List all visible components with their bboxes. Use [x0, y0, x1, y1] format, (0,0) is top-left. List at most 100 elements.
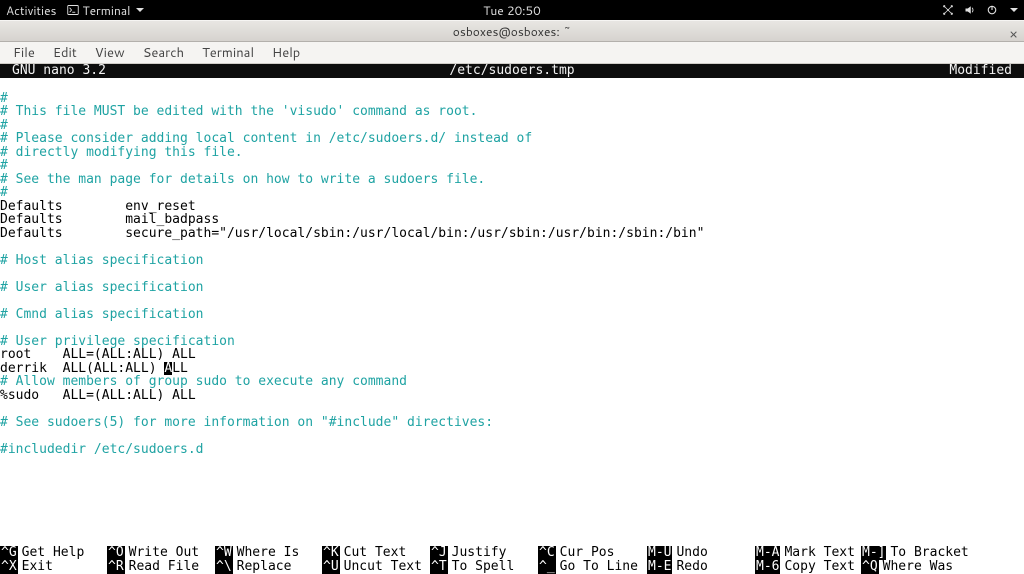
chevron-down-icon [136, 8, 144, 12]
nano-shortcut: ^\Replace [215, 560, 291, 574]
editor-line: # [0, 186, 1024, 200]
editor-line-cursor: derrik ALL(ALL:ALL) ALL [0, 362, 1024, 376]
window-close-button[interactable]: × [1009, 24, 1018, 44]
nano-shortcut-label: Where Was [879, 560, 953, 574]
nano-shortcut-label: Write Out [125, 546, 199, 560]
editor-line: Defaults env_reset [0, 200, 1024, 214]
nano-shortcut: ^CCur Pos [538, 546, 614, 560]
nano-shortcut-bar: ^GGet Help ^OWrite Out ^WWhere Is ^KCut Tex… [0, 546, 1024, 574]
nano-shortcut: ^TTo Spell [430, 560, 514, 574]
power-icon[interactable] [986, 4, 998, 16]
menu-search[interactable]: Search [134, 42, 193, 64]
nano-shortcut-key: ^K [322, 546, 340, 560]
nano-shortcut-key: ^G [0, 546, 18, 560]
editor-line: # See the man page for details on how to… [0, 173, 1024, 187]
editor-line: # See sudoers(5) for more information on… [0, 416, 1024, 430]
editor-line: # Host alias specification [0, 254, 1024, 268]
nano-shortcut: M-AMark Text [755, 546, 855, 560]
editor-line: # Please consider adding local content i… [0, 132, 1024, 146]
nano-shortcut-key: ^O [107, 546, 125, 560]
nano-shortcut-key: M-A [755, 546, 780, 560]
nano-shortcut-label: Read File [125, 560, 199, 574]
nano-shortcut-label: Mark Text [780, 546, 854, 560]
clock[interactable]: Tue 20:50 [483, 2, 541, 19]
nano-shortcut-key: M-E [647, 560, 672, 574]
nano-shortcut: ^UUncut Text [322, 560, 422, 574]
nano-shortcut-label: Go To Line [556, 560, 638, 574]
nano-shortcut-label: Cut Text [340, 546, 407, 560]
nano-titlebar: GNU nano 3.2 /etc/sudoers.tmp Modified [0, 64, 1024, 78]
nano-shortcut: ^JJustify [430, 546, 506, 560]
nano-shortcut-key: ^W [215, 546, 233, 560]
nano-file-name: /etc/sudoers.tmp [449, 64, 574, 78]
nano-shortcut-label: Exit [18, 560, 53, 574]
editor-line [0, 78, 1024, 92]
nano-shortcut: M-UUndo [647, 546, 708, 560]
nano-shortcut: ^KCut Text [322, 546, 406, 560]
nano-shortcut: ^WWhere Is [215, 546, 299, 560]
nano-shortcut-key: ^X [0, 560, 18, 574]
window-titlebar[interactable]: osboxes@osboxes: ~ × [0, 20, 1024, 42]
activities-button[interactable]: Activities [6, 2, 57, 19]
menu-help[interactable]: Help [263, 42, 309, 64]
topbar-app-name: Terminal [83, 2, 131, 19]
nano-shortcut-key: ^_ [538, 560, 556, 574]
menu-edit[interactable]: Edit [44, 42, 86, 64]
nano-shortcut-label: To Spell [448, 560, 515, 574]
nano-shortcut-label: Redo [672, 560, 707, 574]
nano-shortcut: M-6Copy Text [755, 560, 855, 574]
editor-line: #includedir /etc/sudoers.d [0, 443, 1024, 457]
editor-line: # This file MUST be edited with the 'vis… [0, 105, 1024, 119]
nano-status: Modified [949, 64, 1024, 78]
nano-shortcut-key: ^U [322, 560, 340, 574]
nano-shortcut-label: To Bracket [886, 546, 968, 560]
nano-shortcut-label: Copy Text [780, 560, 854, 574]
menu-view[interactable]: View [86, 42, 134, 64]
editor-line: # User privilege specification [0, 335, 1024, 349]
nano-shortcut-key: M-U [647, 546, 672, 560]
network-icon[interactable] [942, 4, 954, 16]
editor-line [0, 294, 1024, 308]
chevron-down-icon[interactable] [1010, 8, 1018, 12]
menu-terminal[interactable]: Terminal [193, 42, 263, 64]
editor-line: # directly modifying this file. [0, 146, 1024, 160]
editor-line [0, 240, 1024, 254]
app-menubar: File Edit View Search Terminal Help [0, 42, 1024, 64]
editor-line [0, 429, 1024, 443]
editor-line: # [0, 92, 1024, 106]
nano-shortcut-label: Cur Pos [556, 546, 615, 560]
nano-shortcut-key: ^\ [215, 560, 233, 574]
nano-shortcut-label: Uncut Text [340, 560, 422, 574]
nano-shortcut: M-ERedo [647, 560, 708, 574]
editor-line: %sudo ALL=(ALL:ALL) ALL [0, 389, 1024, 403]
editor-line: Defaults secure_path="/usr/local/sbin:/u… [0, 227, 1024, 241]
nano-shortcut-key: ^T [430, 560, 448, 574]
volume-icon[interactable] [964, 4, 976, 16]
menu-file[interactable]: File [4, 42, 44, 64]
gnome-topbar: Activities Terminal Tue 20:50 [0, 0, 1024, 20]
editor-line: # [0, 119, 1024, 133]
editor-line: # User alias specification [0, 281, 1024, 295]
nano-shortcut-label: Get Help [18, 546, 85, 560]
nano-shortcut: ^QWhere Was [861, 560, 953, 574]
nano-buffer[interactable]: ## This file MUST be edited with the 'vi… [0, 78, 1024, 456]
nano-shortcut: ^GGet Help [0, 546, 84, 560]
nano-shortcut-key: M-6 [755, 560, 780, 574]
editor-line [0, 402, 1024, 416]
nano-shortcut-label: Undo [672, 546, 707, 560]
editor-line [0, 321, 1024, 335]
topbar-app-indicator[interactable]: Terminal [67, 2, 145, 19]
nano-shortcut: ^_Go To Line [538, 560, 638, 574]
terminal-area[interactable]: GNU nano 3.2 /etc/sudoers.tmp Modified #… [0, 64, 1024, 574]
nano-shortcut-label: Justify [448, 546, 507, 560]
nano-shortcut: M-]To Bracket [861, 546, 969, 560]
nano-shortcut: ^RRead File [107, 560, 199, 574]
nano-shortcut-key: ^C [538, 546, 556, 560]
nano-shortcut: ^XExit [0, 560, 53, 574]
terminal-icon [67, 4, 79, 16]
editor-line: # [0, 159, 1024, 173]
editor-line: root ALL=(ALL:ALL) ALL [0, 348, 1024, 362]
window-title: osboxes@osboxes: ~ [453, 23, 571, 40]
nano-shortcut: ^OWrite Out [107, 546, 199, 560]
editor-line [0, 267, 1024, 281]
